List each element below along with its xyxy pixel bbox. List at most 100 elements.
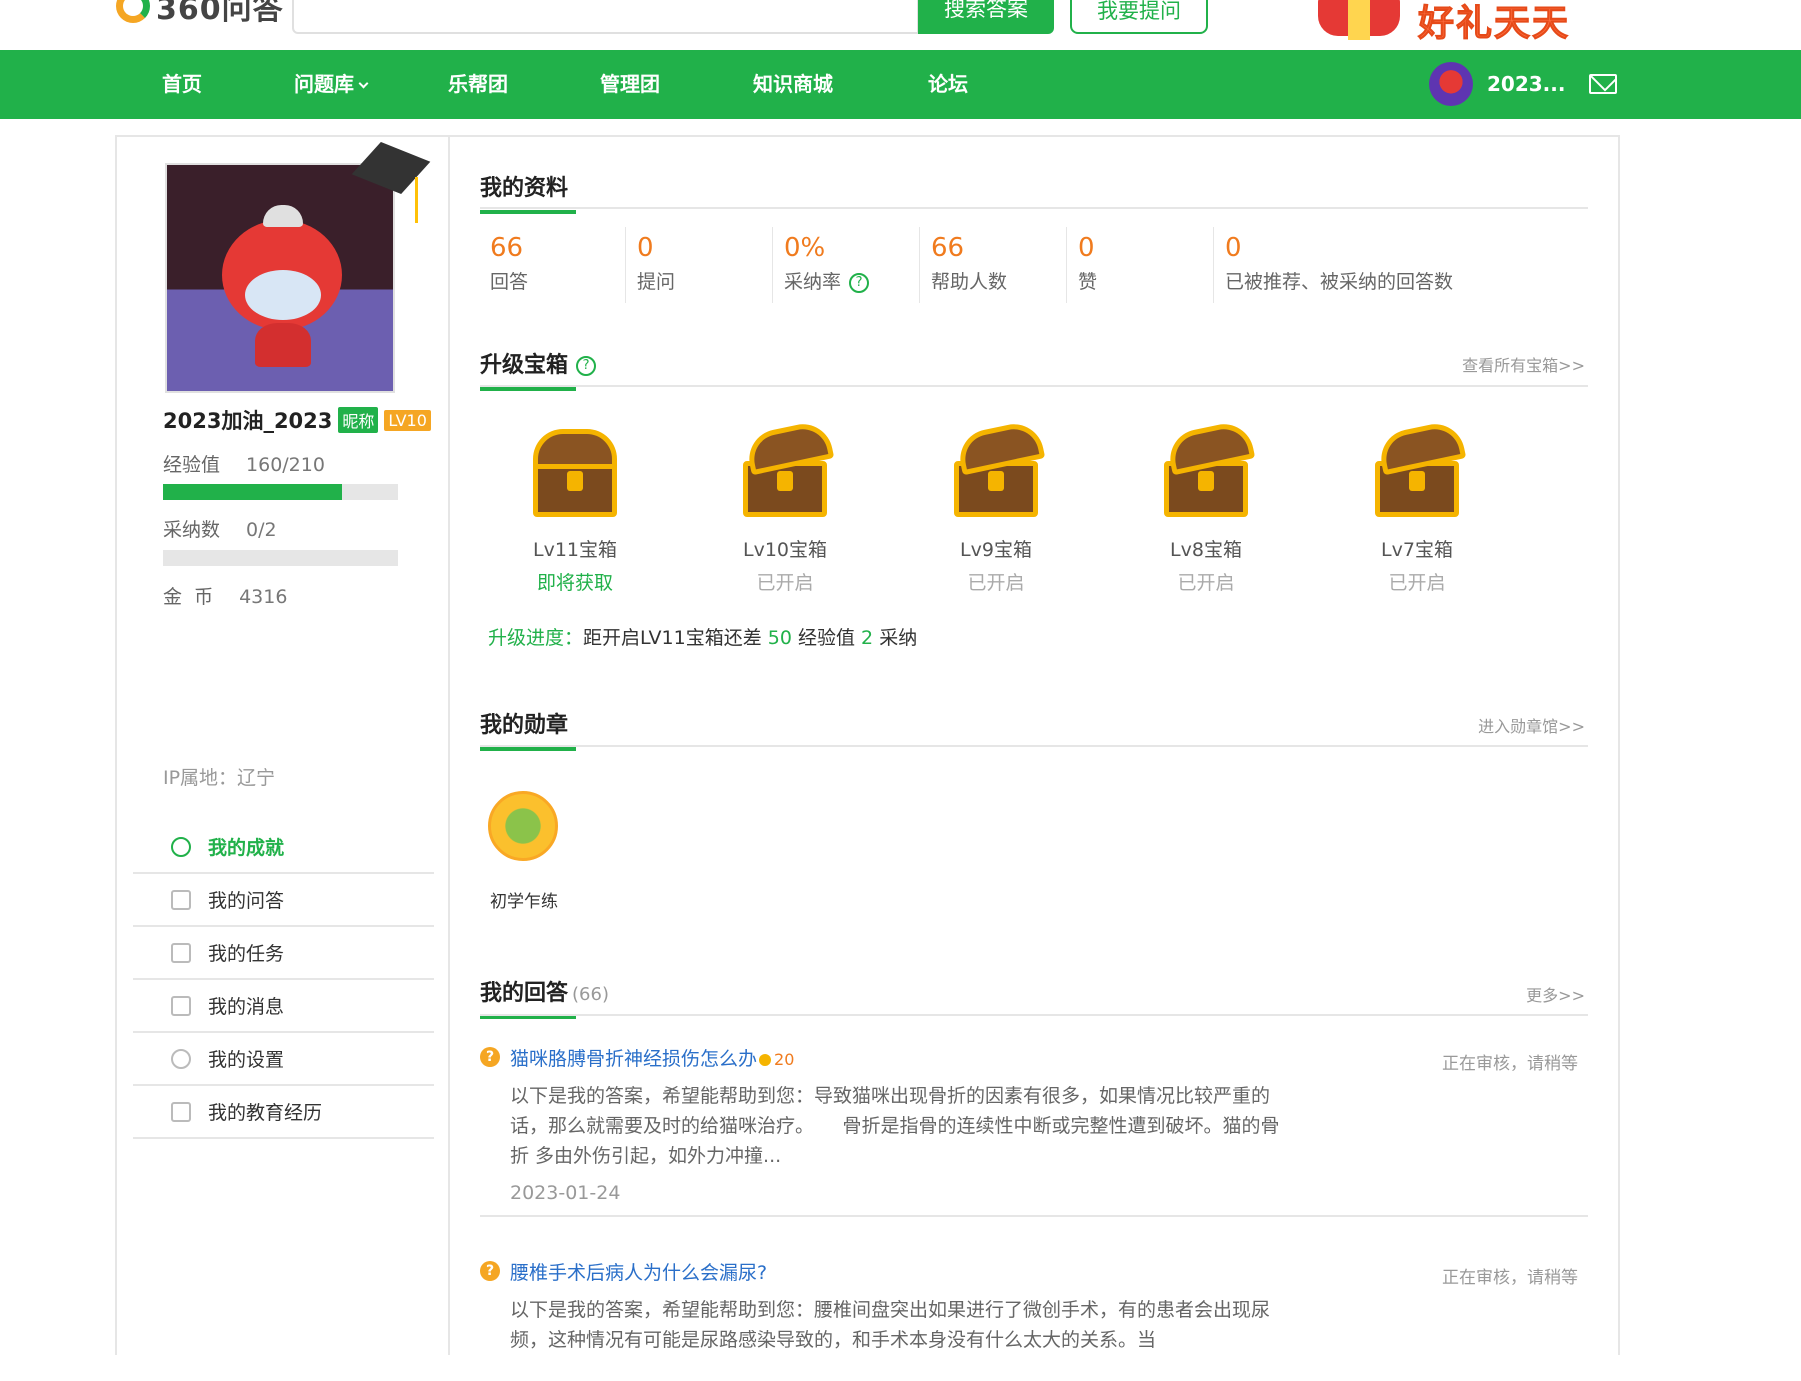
chest-name: Lv11宝箱 [532,539,617,561]
sidebar-item-achievements[interactable]: 我的成就 [133,821,434,874]
view-all-chests-link[interactable]: 查看所有宝箱>> [1462,352,1585,376]
sidebar-item-qa[interactable]: 我的问答 [133,874,434,927]
nav-forum[interactable]: 论坛 [928,50,968,119]
sidebar-item-education[interactable]: 我的教育经历 [133,1086,434,1139]
nav-home[interactable]: 首页 [162,50,202,119]
mail-icon[interactable] [1589,74,1617,94]
sidebar-menu: 我的成就 我的问答 我的任务 我的消息 我的设置 我的教育经历 [133,821,434,1139]
ask-question-button[interactable]: 我要提问 [1070,0,1208,34]
title-underline [480,387,576,391]
sidebar-item-settings[interactable]: 我的设置 [133,1033,434,1086]
stat-num: 0 [1078,233,1095,263]
answer-item: ? 猫咪胳膊骨折神经损伤怎么办 20 正在审核，请稍等 以下是我的答案，希望能帮助… [480,1047,1588,1217]
nav-store[interactable]: 知识商城 [753,50,833,119]
search-input[interactable] [292,0,919,34]
chest-name: Lv10宝箱 [742,539,827,561]
site-logo[interactable]: 360问答 [116,0,284,27]
search-button[interactable]: 搜索答案 [918,0,1054,34]
chest-state: 已开启 [967,572,1025,594]
treasure-chest-closed-icon [525,423,625,523]
chest-lv11[interactable]: Lv11宝箱 即将获取 [500,423,650,595]
stat-likes[interactable]: 0赞 [1068,227,1214,303]
sidebar-item-tasks[interactable]: 我的任务 [133,927,434,980]
sidebar-item-label: 我的教育经历 [208,1102,323,1124]
gear-icon [171,1048,191,1069]
help-icon[interactable]: ? [576,356,597,376]
help-icon[interactable]: ? [849,272,870,293]
question-mark-icon: ? [480,1047,500,1067]
nickname-badge: 昵称 [338,407,379,433]
answer-question-title: 猫咪胳膊骨折神经损伤怎么办 [510,1048,758,1070]
sidebar-item-messages[interactable]: 我的消息 [133,980,434,1033]
stat-label: 回答 [490,271,529,293]
stat-num: 0% [784,233,826,263]
cap-tassel [415,177,418,223]
medal-section-title: 我的勋章 [480,707,576,751]
question-doc-icon [171,889,191,910]
answer-question-link[interactable]: 腰椎手术后病人为什么会漏尿? [510,1258,767,1285]
info-title-text: 我的资料 [480,176,569,201]
chest-lv10[interactable]: Lv10宝箱 已开启 [710,418,860,595]
stat-num: 66 [490,233,524,263]
nav-lebang[interactable]: 乐帮团 [448,50,508,119]
nav-username[interactable]: 2023... [1487,50,1565,119]
stat-adopt-rate[interactable]: 0% 采纳率? [774,227,920,303]
stat-label: 已被推荐、被采纳的回答数 [1225,271,1454,293]
envelope-icon [171,995,191,1016]
chest-lock [1409,471,1425,491]
enter-medal-hall-link[interactable]: 进入勋章馆>> [1478,713,1585,737]
more-answers-link[interactable]: 更多>> [1526,982,1585,1006]
stat-recommended[interactable]: 0 已被推荐、被采纳的回答数 [1215,227,1588,303]
treasure-chest-open-icon [946,418,1046,523]
answer-status: 正在审核，请稍等 [1442,1054,1578,1074]
stat-label-row: 采纳率? [784,267,919,294]
sidebar: 2023加油_2023 昵称 LV10 经验值 160/210 采纳数 0/2 金 … [117,137,450,1355]
promo-banner[interactable]: 好礼天天拿 [1318,0,1596,46]
answers-title-text: 我的回答 [480,981,569,1006]
info-section-title: 我的资料 [480,170,576,214]
promo-text: 好礼天天拿 [1418,3,1571,45]
medal-name: 初学乍练 [490,892,558,912]
chest-lock [777,471,793,491]
chest-lv9[interactable]: Lv9宝箱 已开启 [921,418,1071,595]
logo-text: 360问答 [156,0,284,27]
progress-text: 采纳 [879,627,918,649]
chest-lv7[interactable]: Lv7宝箱 已开启 [1342,418,1492,595]
title-underline [480,210,576,214]
chest-state: 已开启 [1177,572,1235,594]
sidebar-item-label: 我的问答 [208,890,285,912]
coin-row: 金 币 4316 [163,582,287,609]
answer-excerpt: 以下是我的答案，希望能帮助到您：腰椎间盘突出如果进行了微创手术，有的患者会出现尿… [510,1299,1271,1351]
treasure-chest-open-icon [1367,418,1467,523]
stat-helped[interactable]: 66 帮助人数 [921,227,1067,303]
stat-label: 提问 [637,271,676,293]
progress-text: 距开启LV11宝箱还差 [583,627,762,649]
chest-lid [533,429,617,469]
sidebar-item-label: 我的成就 [208,837,285,859]
ip-location: IP属地：辽宁 [163,767,276,789]
exp-progress-fill [163,484,343,500]
progress-label: 升级进度： [488,627,584,649]
answer-question-link[interactable]: 猫咪胳膊骨折神经损伤怎么办 20 [510,1044,794,1071]
stat-label: 赞 [1078,271,1098,293]
stat-answers[interactable]: 66 回答 [480,227,626,303]
answers-section-title: 我的回答 (66) [480,975,609,1019]
logo-mark-icon [116,0,150,23]
chest-lv8[interactable]: Lv8宝箱 已开启 [1131,418,1281,595]
chest-section-title: 升级宝箱? [480,347,597,391]
chest-name: Lv7宝箱 [1381,539,1453,561]
nav-question-bank[interactable]: 问题库 [294,50,369,119]
nav-admin[interactable]: 管理团 [600,50,660,119]
stat-num: 66 [931,233,965,263]
sidebar-item-label: 我的任务 [208,943,285,965]
stat-questions[interactable]: 0 提问 [627,227,773,303]
avatar-figure-body [255,323,311,367]
answer-item: ? 腰椎手术后病人为什么会漏尿? 正在审核，请稍等 以下是我的答案，希望能帮助到… [480,1261,1588,1381]
avatar-figure-face [245,270,321,320]
exp-progress-bar [163,484,398,500]
nav-avatar[interactable] [1429,62,1473,106]
answer-excerpt: 以下是我的答案，希望能帮助到您：导致猫咪出现骨折的因素有很多，如果情况比较严重的… [510,1085,1280,1167]
gift-icon [1318,0,1400,40]
divider [480,385,1588,387]
medal-badge-icon[interactable] [488,791,558,861]
